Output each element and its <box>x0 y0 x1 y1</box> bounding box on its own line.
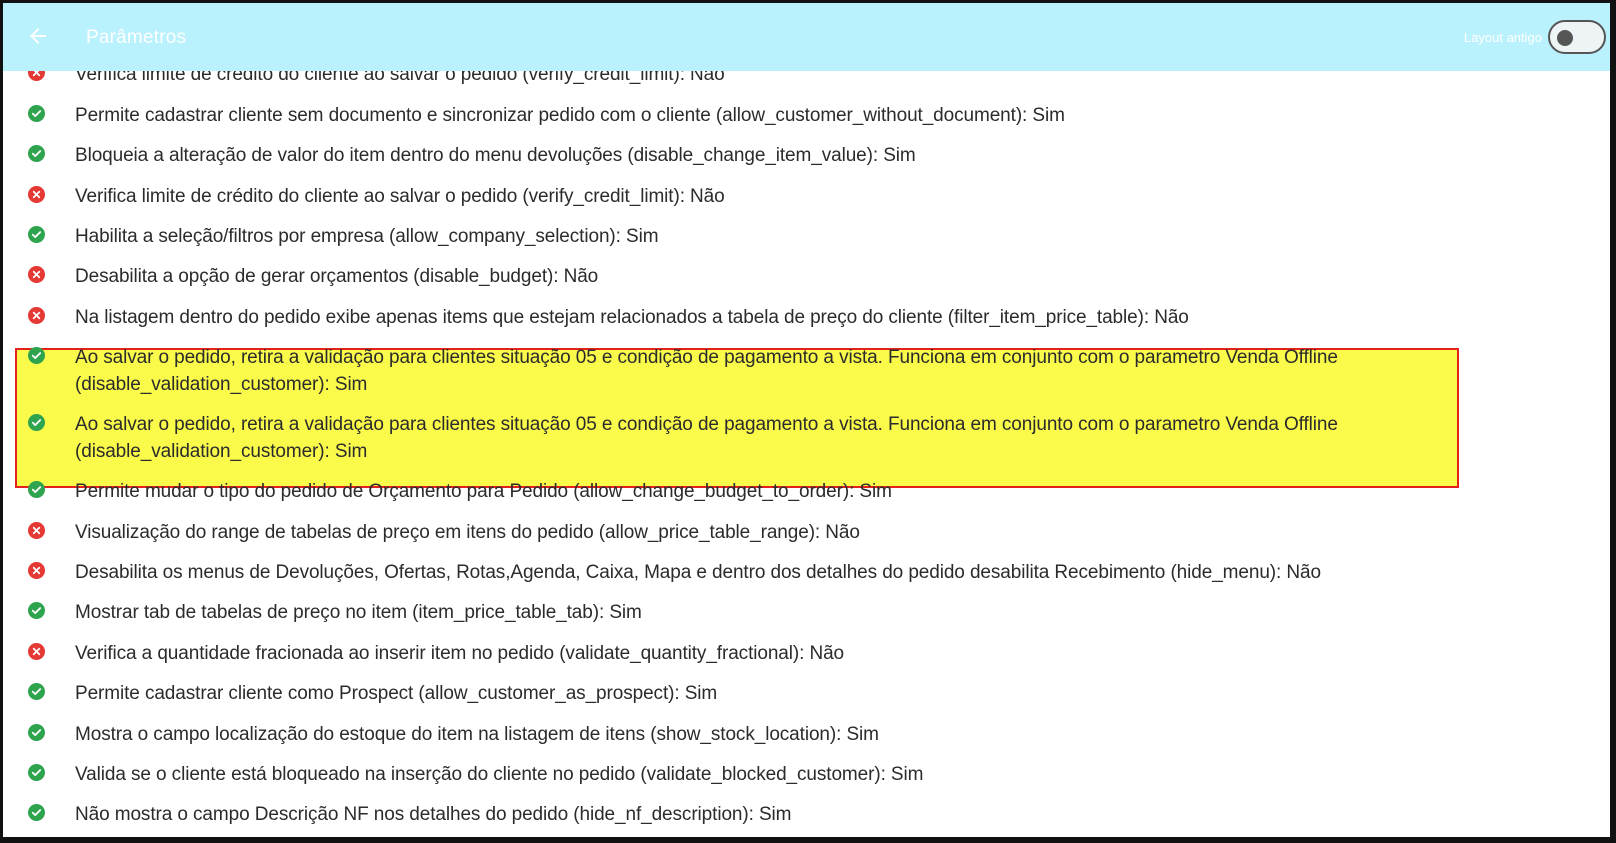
check-circle-icon <box>28 145 45 162</box>
x-circle-icon <box>28 562 45 579</box>
check-circle-icon <box>28 105 45 122</box>
parameter-text: Ao salvar o pedido, retira a validação p… <box>75 347 1338 395</box>
check-circle-icon <box>28 481 45 498</box>
layout-antigo-toggle[interactable] <box>1548 20 1606 54</box>
check-circle-icon <box>28 764 45 781</box>
arrow-left-icon <box>26 24 50 53</box>
back-button[interactable] <box>21 21 55 55</box>
page-title: Parâmetros <box>86 27 187 48</box>
toggle-label: Layout antigo <box>1463 29 1542 45</box>
layout-toggle-group: Layout antigo <box>1464 19 1606 55</box>
parameter-text: Valida se o cliente está bloqueado na in… <box>75 764 924 785</box>
parameter-text: Visualização do range de tabelas de preç… <box>75 522 860 543</box>
parameter-text: Verifica a quantidade fracionada ao inse… <box>75 643 845 664</box>
parameter-text: Permite mudar o tipo do pedido de Orçame… <box>75 481 892 502</box>
check-circle-icon <box>28 414 45 431</box>
x-circle-icon <box>28 266 45 283</box>
check-circle-icon <box>28 226 45 243</box>
parameter-text: Na listagem dentro do pedido exibe apena… <box>75 307 1189 328</box>
parameter-text: Mostra o campo localização do estoque do… <box>75 724 879 745</box>
parameter-text: Permite cadastrar cliente como Prospect … <box>75 683 718 704</box>
app-header: Parâmetros Layout antigo <box>3 3 1610 71</box>
x-circle-icon <box>28 522 45 539</box>
app-frame: Verifica limite de crédito do cliente ao… <box>0 0 1616 843</box>
parameter-text: Verifica limite de crédito do cliente ao… <box>75 186 725 207</box>
parameter-text: Mostrar tab de tabelas de preço no item … <box>75 602 642 623</box>
x-circle-icon <box>28 186 45 203</box>
check-circle-icon <box>28 602 45 619</box>
parameter-text: Permite cadastrar cliente sem documento … <box>75 105 1065 126</box>
check-circle-icon <box>28 804 45 821</box>
parameter-text: Bloqueia a alteração de valor do item de… <box>75 145 916 166</box>
parameter-text: Desabilita os menus de Devoluções, Ofert… <box>75 562 1321 583</box>
check-circle-icon <box>28 347 45 364</box>
parameter-text: Desabilita a opção de gerar orçamentos (… <box>75 266 599 287</box>
check-circle-icon <box>28 683 45 700</box>
check-circle-icon <box>28 724 45 741</box>
x-circle-icon <box>28 307 45 324</box>
parameter-text: Habilita a seleção/filtros por empresa (… <box>75 226 659 247</box>
parameter-text: Ao salvar o pedido, retira a validação p… <box>75 414 1338 462</box>
parameter-text: Não mostra o campo Descrição NF nos deta… <box>75 804 792 825</box>
x-circle-icon <box>28 643 45 660</box>
toggle-knob <box>1557 30 1573 46</box>
